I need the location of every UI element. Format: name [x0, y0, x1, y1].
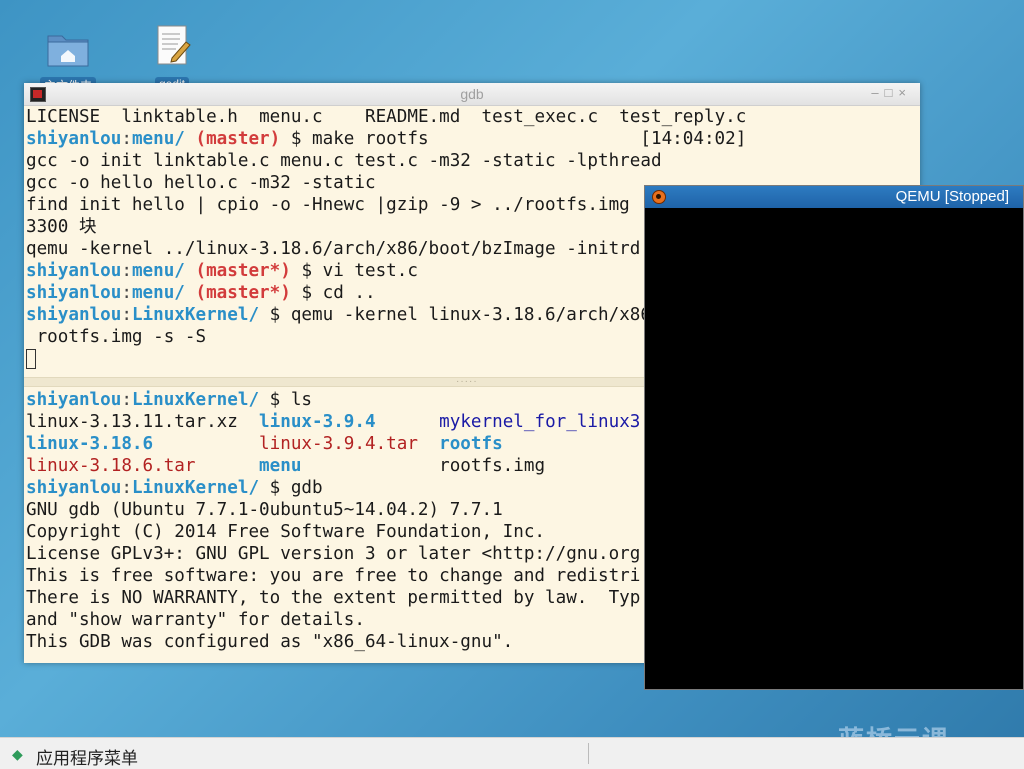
- output-line: find init hello | cpio -o -Hnewc |gzip -…: [26, 195, 630, 215]
- prompt-user: shiyanlou: [26, 390, 122, 410]
- qemu-screen[interactable]: [645, 208, 1023, 689]
- taskbar-separator: [588, 743, 589, 764]
- output-line: gcc -o hello hello.c -m32 -static: [26, 173, 376, 193]
- ls-file: test_reply.c: [619, 107, 747, 127]
- output-line: rootfs.img -s -S: [26, 327, 207, 347]
- ls-file: rootfs.img: [439, 456, 546, 476]
- output-line: Copyright (C) 2014 Free Software Foundat…: [26, 522, 546, 542]
- output-line: This is free software: you are free to c…: [26, 566, 641, 586]
- output-line: gcc -o init linktable.c menu.c test.c -m…: [26, 151, 662, 171]
- taskbar: ◆ 应用程序菜单: [0, 737, 1024, 769]
- prompt-command: $ cd ..: [301, 283, 376, 303]
- output-line: This GDB was configured as "x86_64-linux…: [26, 632, 514, 652]
- ls-archive: linux-3.18.6.tar: [26, 456, 196, 476]
- prompt-path: menu/: [131, 283, 185, 303]
- text-editor-icon: [157, 25, 191, 65]
- prompt-path: menu/: [131, 261, 185, 281]
- ls-dir: menu: [259, 456, 302, 476]
- home-folder-icon: [47, 35, 89, 67]
- prompt-command: $ make rootfs: [290, 129, 429, 149]
- prompt-command: $ ls: [269, 390, 313, 410]
- prompt-path: menu/: [131, 129, 185, 149]
- ls-dir: rootfs: [439, 434, 503, 454]
- prompt-path: LinuxKernel/: [131, 305, 260, 325]
- ls-dir: linux-3.9.4: [259, 412, 376, 432]
- minimize-button[interactable]: –: [871, 85, 884, 100]
- prompt-path: LinuxKernel/: [131, 478, 260, 498]
- output-line: License GPLv3+: GNU GPL version 3 or lat…: [26, 544, 641, 564]
- prompt-user: shiyanlou: [26, 283, 122, 303]
- ls-file: test_exec.c: [481, 107, 599, 127]
- prompt-branch: (master): [195, 129, 281, 149]
- prompt-time: [14:04:02]: [640, 129, 747, 149]
- maximize-button[interactable]: □: [885, 85, 899, 100]
- ls-dir: mykernel_for_linux3: [439, 412, 641, 432]
- ls-file: README.md: [365, 107, 461, 127]
- prompt-user: shiyanlou: [26, 261, 122, 281]
- terminal-titlebar[interactable]: gdb –□×: [24, 83, 920, 106]
- qemu-icon: [652, 190, 666, 204]
- terminal-cursor: [26, 349, 36, 369]
- terminal-title: gdb: [460, 86, 484, 102]
- output-line: 3300 块: [26, 217, 97, 237]
- output-line: GNU gdb (Ubuntu 7.7.1-0ubuntu5~14.04.2) …: [26, 500, 503, 520]
- prompt-user: shiyanlou: [26, 305, 122, 325]
- qemu-window[interactable]: QEMU [Stopped]: [644, 185, 1024, 690]
- prompt-command: $ gdb: [269, 478, 323, 498]
- prompt-path: LinuxKernel/: [131, 390, 260, 410]
- ls-file: linux-3.13.11.tar.xz: [26, 412, 238, 432]
- ls-file: linktable.h: [121, 107, 238, 127]
- app-menu-button[interactable]: 应用程序菜单: [36, 744, 138, 769]
- output-line: There is NO WARRANTY, to the extent perm…: [26, 588, 641, 608]
- app-menu-icon[interactable]: ◆: [12, 746, 23, 763]
- output-line: and "show warranty" for details.: [26, 610, 365, 630]
- splitter-handle[interactable]: ·····: [456, 376, 478, 387]
- ls-dir: linux-3.18.6: [26, 434, 154, 454]
- close-button[interactable]: ×: [898, 85, 912, 100]
- ls-archive: linux-3.9.4.tar: [259, 434, 418, 454]
- output-line: qemu -kernel ../linux-3.18.6/arch/x86/bo…: [26, 239, 641, 259]
- prompt-branch: (master*): [195, 283, 291, 303]
- prompt-user: shiyanlou: [26, 478, 122, 498]
- ls-file: menu.c: [259, 107, 323, 127]
- prompt-branch: (master*): [195, 261, 291, 281]
- qemu-title: QEMU [Stopped]: [895, 188, 1009, 205]
- ls-file: LICENSE: [26, 107, 101, 127]
- prompt-command: $ vi test.c: [301, 261, 418, 281]
- qemu-titlebar[interactable]: QEMU [Stopped]: [645, 186, 1023, 208]
- prompt-command: $ qemu -kernel linux-3.18.6/arch/x86: [269, 305, 651, 325]
- prompt-user: shiyanlou: [26, 129, 122, 149]
